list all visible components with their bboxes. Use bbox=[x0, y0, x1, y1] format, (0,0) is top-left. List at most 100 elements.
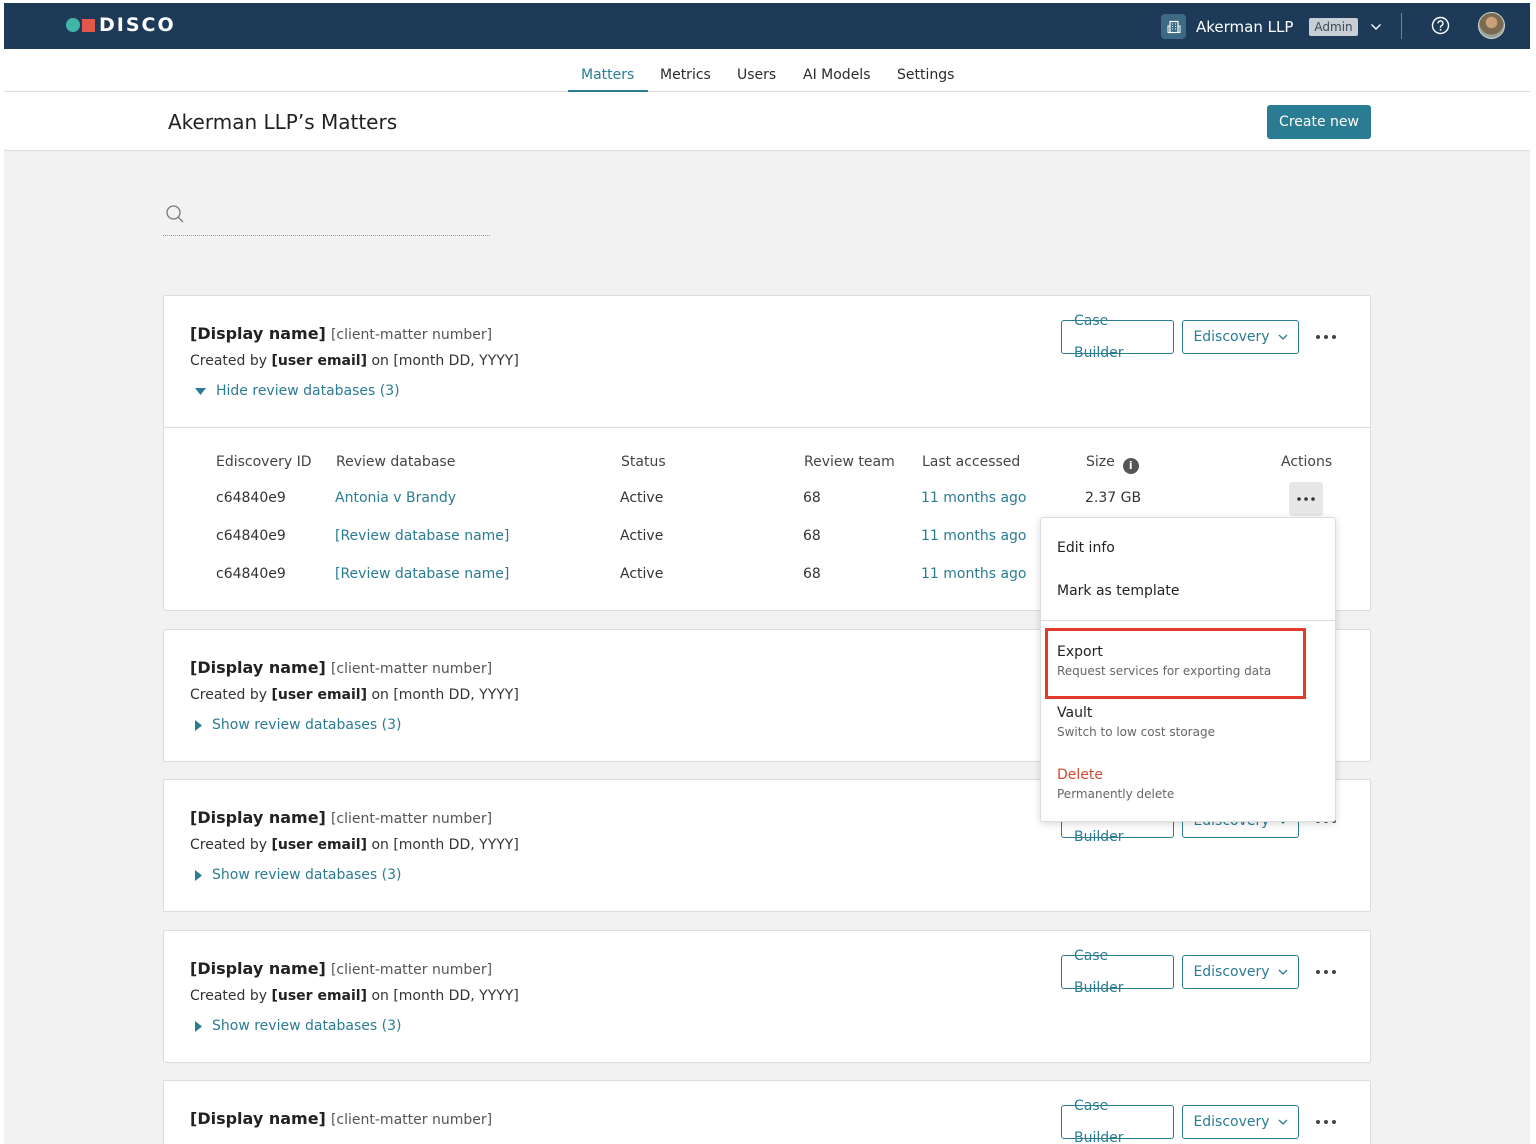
search-input[interactable] bbox=[194, 203, 484, 227]
menu-item-label: Edit info bbox=[1057, 540, 1115, 556]
menu-item-description: Switch to low cost storage bbox=[1057, 725, 1215, 739]
created-date: on [month DD, YYYY] bbox=[371, 687, 519, 703]
last-accessed-link[interactable]: 11 months ago bbox=[921, 528, 1026, 544]
toggle-review-databases[interactable]: Show review databases (3) bbox=[195, 717, 401, 733]
matter-card: [Display name] [client-matter number] Cr… bbox=[163, 930, 1371, 1063]
chevron-down-icon bbox=[1278, 334, 1288, 340]
ediscovery-button[interactable]: Ediscovery bbox=[1182, 1105, 1299, 1139]
created-date: on [month DD, YYYY] bbox=[371, 353, 519, 369]
building-icon bbox=[1161, 14, 1186, 39]
toggle-review-databases[interactable]: Show review databases (3) bbox=[195, 1018, 401, 1034]
toggle-label: Hide review databases (3) bbox=[216, 383, 400, 399]
review-database-link[interactable]: Antonia v Brandy bbox=[335, 490, 456, 506]
col-size: Size i bbox=[1086, 454, 1139, 474]
menu-item-delete[interactable]: Delete Permanently delete bbox=[1057, 767, 1174, 801]
cell-size: 2.37 GB bbox=[1085, 490, 1142, 506]
logo-text: DISCO bbox=[99, 14, 176, 36]
matter-created: Created by [user email] on [month DD, YY… bbox=[190, 687, 519, 703]
tab-users[interactable]: Users bbox=[737, 67, 776, 83]
more-options-icon[interactable] bbox=[1313, 1109, 1339, 1135]
user-avatar[interactable] bbox=[1478, 12, 1505, 39]
chevron-down-icon bbox=[1370, 23, 1382, 31]
ediscovery-button[interactable]: Ediscovery bbox=[1182, 955, 1299, 989]
matter-title: [Display name] [client-matter number] bbox=[190, 324, 492, 343]
review-database-link[interactable]: [Review database name] bbox=[335, 528, 509, 544]
col-last-accessed: Last accessed bbox=[922, 454, 1021, 470]
topbar-divider bbox=[1401, 13, 1402, 39]
help-icon[interactable] bbox=[1431, 16, 1450, 39]
chevron-down-icon bbox=[1278, 1119, 1288, 1125]
created-prefix: Created by bbox=[190, 687, 268, 703]
created-prefix: Created by bbox=[190, 988, 268, 1004]
tab-ai-models[interactable]: AI Models bbox=[803, 67, 870, 83]
menu-item-label: Delete bbox=[1057, 767, 1103, 783]
created-prefix: Created by bbox=[190, 837, 268, 853]
row-more-options-icon[interactable] bbox=[1289, 482, 1323, 516]
tab-metrics[interactable]: Metrics bbox=[660, 67, 711, 83]
matter-title: [Display name] [client-matter number] bbox=[190, 1109, 492, 1128]
cell-review-team: 68 bbox=[803, 528, 821, 544]
created-user: [user email] bbox=[271, 687, 367, 703]
ediscovery-button[interactable]: Ediscovery bbox=[1182, 320, 1299, 354]
caret-right-icon bbox=[195, 869, 202, 881]
search-icon bbox=[165, 204, 185, 228]
cell-status: Active bbox=[620, 490, 664, 506]
menu-item-mark-as-template[interactable]: Mark as template bbox=[1057, 583, 1180, 599]
caret-right-icon bbox=[195, 1020, 202, 1032]
disco-logo[interactable]: DISCO bbox=[66, 14, 176, 36]
last-accessed-link[interactable]: 11 months ago bbox=[921, 566, 1026, 582]
cell-status: Active bbox=[620, 566, 664, 582]
cell-status: Active bbox=[620, 528, 664, 544]
last-accessed-link[interactable]: 11 months ago bbox=[921, 490, 1026, 506]
matter-created: Created by [user email] on [month DD, YY… bbox=[190, 988, 519, 1004]
tab-settings[interactable]: Settings bbox=[897, 67, 954, 83]
page-title: Akerman LLP’s Matters bbox=[168, 110, 398, 134]
toggle-review-databases[interactable]: Show review databases (3) bbox=[195, 867, 401, 883]
main-nav: Matters Metrics Users AI Models Settings bbox=[4, 49, 1530, 92]
caret-right-icon bbox=[195, 719, 202, 731]
org-switcher[interactable]: Akerman LLP Admin bbox=[1161, 14, 1382, 39]
caret-down-icon bbox=[195, 387, 206, 395]
case-builder-button[interactable]: Case Builder bbox=[1061, 1098, 1174, 1144]
matter-title: [Display name] [client-matter number] bbox=[190, 808, 492, 827]
case-builder-button[interactable]: Case Builder bbox=[1061, 313, 1174, 361]
menu-divider bbox=[1041, 620, 1335, 621]
matter-client-number: [client-matter number] bbox=[330, 962, 493, 978]
created-user: [user email] bbox=[271, 988, 367, 1004]
col-size-label: Size bbox=[1086, 454, 1115, 470]
col-review-team: Review team bbox=[804, 454, 895, 470]
more-options-icon[interactable] bbox=[1313, 959, 1339, 985]
chevron-down-icon bbox=[1278, 969, 1288, 975]
menu-item-label: Mark as template bbox=[1057, 583, 1180, 599]
matter-client-number: [client-matter number] bbox=[330, 1112, 493, 1128]
info-icon[interactable]: i bbox=[1122, 457, 1139, 474]
toggle-review-databases[interactable]: Hide review databases (3) bbox=[195, 383, 400, 399]
create-new-button[interactable]: Create new bbox=[1267, 105, 1371, 139]
more-options-icon[interactable] bbox=[1313, 324, 1339, 350]
case-builder-button[interactable]: Case Builder bbox=[1061, 948, 1174, 996]
matter-actions: Case Builder Ediscovery bbox=[1061, 1098, 1339, 1144]
logo-dot-icon bbox=[66, 18, 80, 32]
export-highlight-box bbox=[1045, 628, 1306, 699]
matter-card: [Display name] [client-matter number] Ca… bbox=[163, 1080, 1371, 1144]
card-divider bbox=[164, 427, 1370, 428]
menu-item-vault[interactable]: Vault Switch to low cost storage bbox=[1057, 705, 1215, 739]
matter-created: Created by [user email] on [month DD, YY… bbox=[190, 353, 519, 369]
page-header: Akerman LLP’s Matters Create new bbox=[4, 92, 1530, 151]
created-user: [user email] bbox=[271, 837, 367, 853]
cell-review-team: 68 bbox=[803, 490, 821, 506]
org-name: Akerman LLP bbox=[1196, 17, 1294, 36]
matter-display-name: [Display name] bbox=[190, 808, 326, 827]
matter-display-name: [Display name] bbox=[190, 324, 326, 343]
logo-square-icon bbox=[82, 18, 95, 32]
matter-client-number: [client-matter number] bbox=[330, 661, 493, 677]
matter-client-number: [client-matter number] bbox=[330, 327, 493, 343]
menu-item-edit-info[interactable]: Edit info bbox=[1057, 540, 1115, 556]
role-badge: Admin bbox=[1309, 17, 1358, 36]
created-user: [user email] bbox=[271, 353, 367, 369]
col-status: Status bbox=[621, 454, 666, 470]
review-database-link[interactable]: [Review database name] bbox=[335, 566, 509, 582]
matter-actions: Case Builder Ediscovery bbox=[1061, 313, 1339, 361]
tab-matters[interactable]: Matters bbox=[581, 67, 634, 83]
toggle-label: Show review databases (3) bbox=[212, 1018, 402, 1034]
